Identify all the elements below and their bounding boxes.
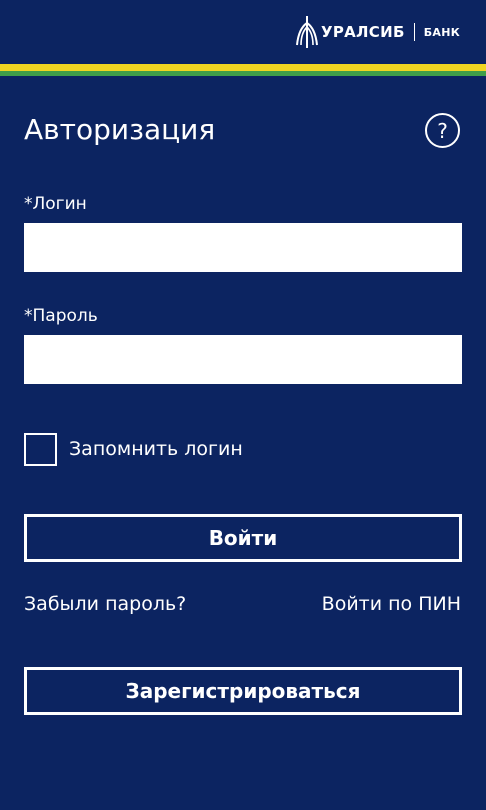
password-label: *Пароль — [24, 306, 98, 326]
forgot-password-link[interactable]: Забыли пароль? — [24, 593, 186, 615]
login-input[interactable] — [24, 223, 462, 272]
brand-stripe-yellow — [0, 64, 486, 71]
uralsib-emblem-icon — [295, 16, 318, 48]
help-button[interactable]: ? — [425, 113, 460, 148]
logo-suffix: БАНК — [423, 25, 460, 39]
brand-stripe-green — [0, 71, 486, 76]
app-header: УРАЛСИБ БАНК — [0, 0, 486, 64]
question-mark-icon: ? — [437, 118, 448, 143]
bank-logo: УРАЛСИБ БАНК — [295, 14, 460, 50]
login-label: *Логин — [24, 194, 87, 214]
remember-login-checkbox[interactable] — [24, 433, 57, 466]
pin-login-link[interactable]: Войти по ПИН — [322, 593, 461, 615]
login-button[interactable]: Войти — [24, 514, 462, 562]
logo-separator — [413, 23, 415, 41]
logo-name: УРАЛСИБ — [320, 23, 405, 41]
remember-login-label[interactable]: Запомнить логин — [69, 438, 243, 460]
register-button[interactable]: Зарегистрироваться — [24, 667, 462, 715]
page-title: Авторизация — [24, 113, 216, 146]
password-input[interactable] — [24, 335, 462, 384]
